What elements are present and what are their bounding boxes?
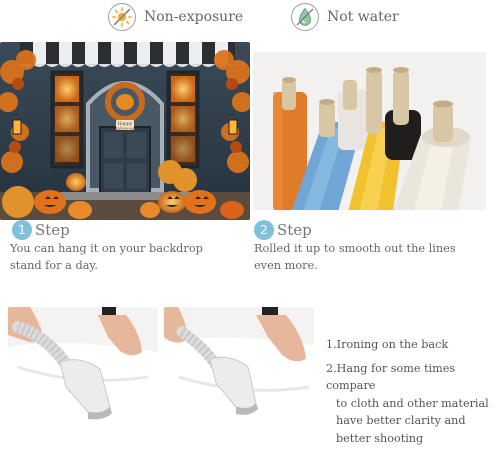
step-2-description: Rolled it up to smooth out the lines eve… — [254, 240, 494, 274]
note-line: better shooting — [336, 431, 424, 445]
ironing-photo-1 — [8, 307, 158, 457]
water-drop-icon — [291, 3, 319, 31]
step-1-heading: 1 Step — [12, 220, 70, 240]
ironing-notes: 1.Ironing on the back 2.Hang for some ti… — [326, 336, 498, 453]
step-2-heading: 2 Step — [254, 220, 312, 240]
badge-label: Not water — [327, 9, 399, 25]
note-line: 1.Ironing on the back — [326, 338, 449, 351]
note-line: 2.Hang for some times compare — [326, 361, 456, 393]
step-description-line: stand for a day. — [10, 259, 98, 272]
note-line: to cloth and other material — [336, 396, 489, 410]
step-description-line: You can hang it on your backdrop — [10, 242, 203, 255]
note-line: have better clarity and — [336, 414, 466, 427]
step-description-line: even more. — [254, 259, 318, 272]
step-label: Step — [35, 221, 70, 239]
ironing-photo-2 — [164, 307, 314, 457]
feature-badges: Non-exposure Not water — [0, 0, 500, 34]
badge-label: Non-exposure — [144, 9, 244, 25]
halloween-storefront-image: Happy Halloween — [0, 42, 250, 220]
step-number-badge: 2 — [254, 220, 274, 240]
note-item: 1.Ironing on the back — [326, 336, 498, 354]
fabric-rolls-image — [253, 52, 486, 210]
note-item: 2.Hang for some times compare to cloth a… — [326, 360, 498, 448]
badge-non-exposure: Non-exposure — [108, 2, 243, 32]
sun-icon — [108, 3, 136, 31]
step-number-badge: 1 — [12, 220, 32, 240]
badge-not-water: Not water — [291, 2, 399, 32]
store-sign-line2: Halloween — [114, 125, 136, 130]
step-description-line: Rolled it up to smooth out the lines — [254, 242, 456, 255]
step-label: Step — [277, 221, 312, 239]
step-1-description: You can hang it on your backdrop stand f… — [10, 240, 250, 274]
